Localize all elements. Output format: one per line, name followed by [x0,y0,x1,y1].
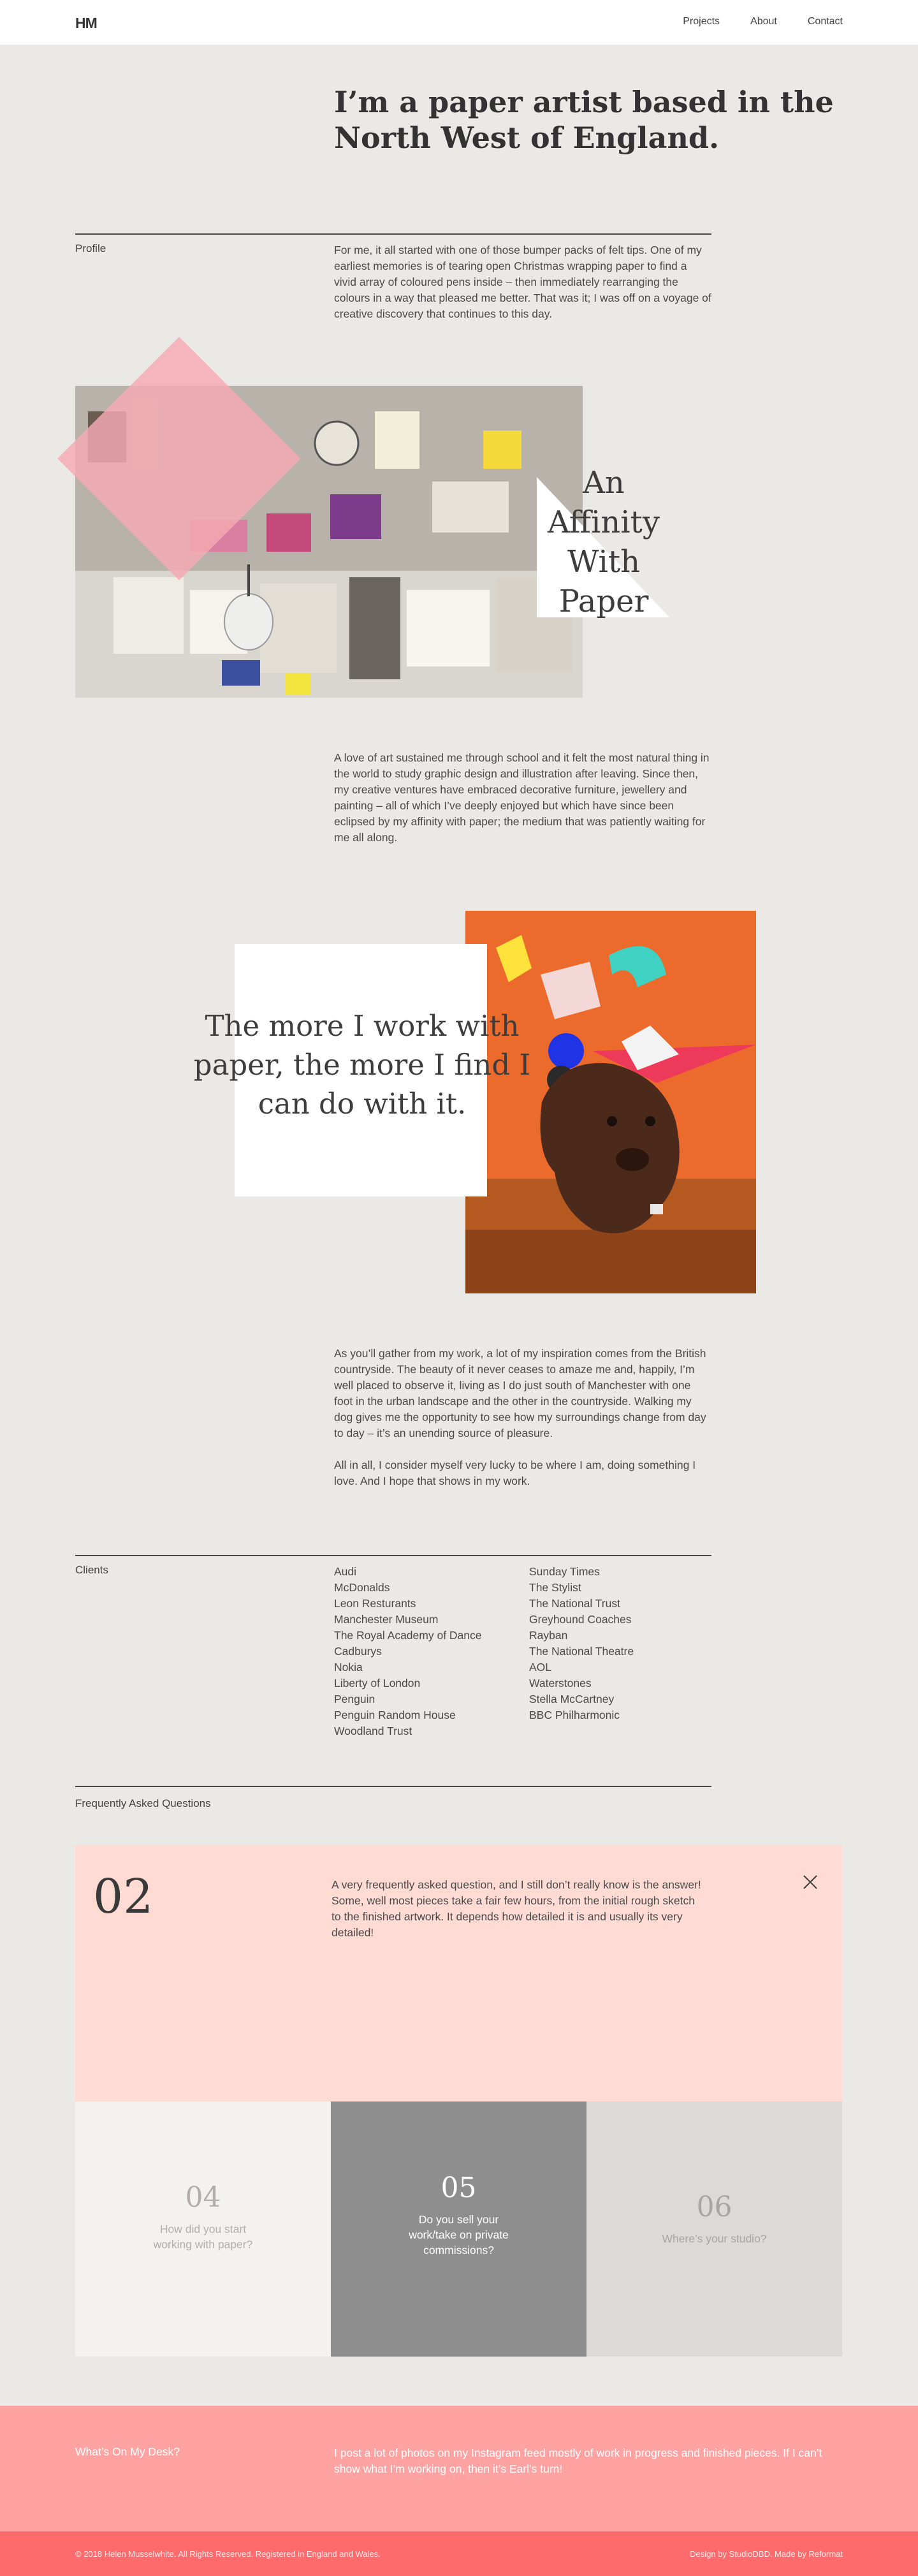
client-item: Audi [334,1565,357,1578]
faq-card-04[interactable]: 04 How did you start working with paper? [75,2101,331,2357]
profile-label: Profile [75,242,106,254]
faq-card-question: Where’s your studio? [662,2232,767,2245]
client-item: Nokia [334,1661,363,1674]
nav-contact[interactable]: Contact [808,16,843,27]
client-item: The Royal Academy of Dance [334,1629,482,1642]
section-divider [75,233,711,235]
clients-list-2: Sunday Times The Stylist The National Tr… [529,1564,634,1723]
client-item: Waterstones [529,1677,592,1689]
client-item: Stella McCartney [529,1693,615,1705]
client-item: Cadburys [334,1645,382,1658]
faq-label: Frequently Asked Questions [75,1797,211,1809]
faq-card-number: 06 [696,2191,732,2223]
section-divider [75,1555,711,1556]
intro-headline: I’m a paper artist based in the North We… [334,85,834,155]
close-icon[interactable] [801,1873,819,1891]
site-header: HM Projects About Contact [0,0,918,45]
desk-title: What’s On My Desk? [75,2445,180,2458]
clients-list-1: Audi McDonalds Leon Resturants Mancheste… [334,1564,482,1739]
main-nav: Projects About Contact [683,16,843,27]
story-paragraph: A love of art sustained me through schoo… [334,751,710,844]
client-item: Manchester Museum [334,1613,439,1626]
credits-link[interactable]: Design by StudioDBD. Made by Reformat [690,2549,843,2559]
inspiration-text: As you’ll gather from my work, a lot of … [334,1346,711,1489]
faq-card-05[interactable]: 05 Do you sell your work/take on private… [331,2101,586,2357]
pull-quote: The more I work with paper, the more I f… [193,1009,531,1121]
faq-open-answer: A very frequently asked question, and I … [332,1878,701,1939]
clients-label: Clients [75,1564,108,1576]
inspiration-paragraph-1: As you’ll gather from my work, a lot of … [334,1347,706,1439]
faq-card-question: How did you start working with paper? [153,2223,253,2251]
profile-paragraph: For me, it all started with one of those… [334,244,711,320]
client-item: Sunday Times [529,1565,600,1578]
faq-card-question: Do you sell your work/take on private co… [409,2213,509,2256]
faq-card-number: 04 [185,2181,221,2214]
client-item: Woodland Trust [334,1725,412,1737]
profile-text: For me, it all started with one of those… [334,242,711,322]
site-footer: © 2018 Helen Musselwhite. All Rights Res… [0,2531,918,2576]
client-item: The Stylist [529,1581,581,1594]
section-divider [75,1786,711,1787]
client-item: BBC Philharmonic [529,1709,620,1721]
client-item: Penguin Random House [334,1709,456,1721]
desk-section: What’s On My Desk? I post a lot of photo… [0,2406,918,2531]
nav-projects[interactable]: Projects [683,16,720,27]
client-item: Leon Resturants [334,1597,416,1610]
inspiration-paragraph-2: All in all, I consider myself very lucky… [334,1459,696,1487]
client-item: The National Theatre [529,1645,634,1658]
client-item: The National Trust [529,1597,620,1610]
faq-card-06[interactable]: 06 Where’s your studio? [586,2101,842,2357]
site-logo[interactable]: HM [75,15,98,32]
desk-text: I post a lot of photos on my Instagram f… [334,2447,822,2475]
story-text: A love of art sustained me through schoo… [334,750,711,846]
client-item: Liberty of London [334,1677,421,1689]
faq-open-item: 02 A very frequently asked question, and… [75,1845,842,2101]
client-item: Greyhound Coaches [529,1613,632,1626]
client-item: Penguin [334,1693,375,1705]
faq-open-number: 02 [93,1869,154,1924]
copyright-text: © 2018 Helen Musselwhite. All Rights Res… [75,2549,381,2559]
client-item: AOL [529,1661,552,1674]
client-item: McDonalds [334,1581,390,1594]
affinity-heading: An Affinity With Paper [548,465,660,619]
client-item: Rayban [529,1629,568,1642]
faq-card-number: 05 [441,2172,477,2204]
nav-about[interactable]: About [750,16,777,27]
